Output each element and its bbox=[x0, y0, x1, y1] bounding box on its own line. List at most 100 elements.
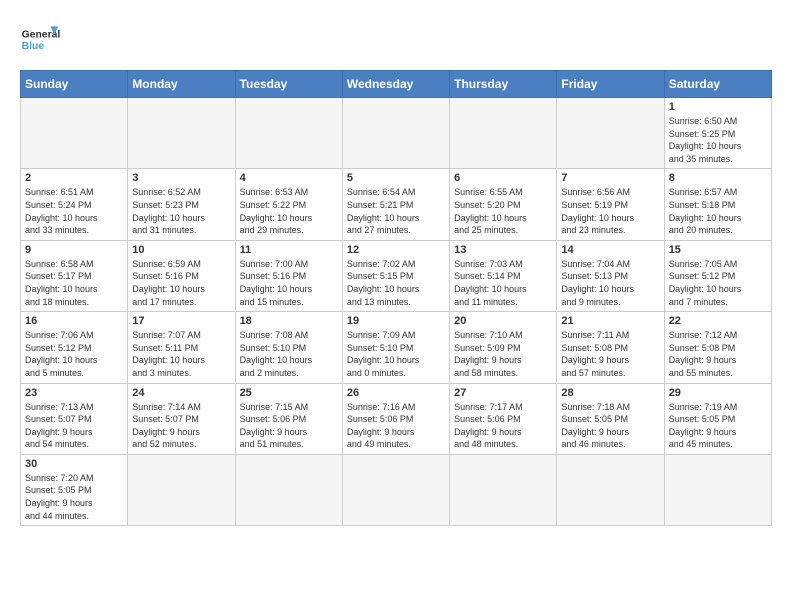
calendar-cell: 12 Sunrise: 7:02 AM Sunset: 5:15 PM Dayli… bbox=[342, 240, 449, 311]
day-number: 14 bbox=[561, 244, 659, 256]
calendar-cell: 3 Sunrise: 6:52 AM Sunset: 5:23 PM Daylig… bbox=[128, 169, 235, 240]
calendar-cell: 29 Sunrise: 7:19 AM Sunset: 5:05 PM Dayli… bbox=[664, 383, 771, 454]
day-number: 18 bbox=[240, 315, 338, 327]
calendar-cell bbox=[450, 454, 557, 525]
calendar-cell: 19Sunrise: 7:09 AM Sunset: 5:10 PM Dayli… bbox=[342, 312, 449, 383]
calendar-cell: 18 Sunrise: 7:08 AM Sunset: 5:10 PM Dayli… bbox=[235, 312, 342, 383]
day-number: 28 bbox=[561, 387, 659, 399]
day-number: 20 bbox=[454, 315, 552, 327]
day-info: Sunrise: 7:07 AM Sunset: 5:11 PM Dayligh… bbox=[132, 329, 230, 379]
day-info: Sunrise: 7:15 AM Sunset: 5:06 PM Dayligh… bbox=[240, 401, 338, 451]
calendar-cell: 14 Sunrise: 7:04 AM Sunset: 5:13 PM Dayli… bbox=[557, 240, 664, 311]
day-info: Sunrise: 6:50 AM Sunset: 5:25 PM Dayligh… bbox=[669, 115, 767, 165]
day-number: 7 bbox=[561, 172, 659, 184]
day-number: 29 bbox=[669, 387, 767, 399]
day-info: Sunrise: 7:17 AM Sunset: 5:06 PM Dayligh… bbox=[454, 401, 552, 451]
weekday-header-monday: Monday bbox=[128, 71, 235, 98]
svg-text:Blue: Blue bbox=[22, 41, 45, 52]
day-info: Sunrise: 6:56 AM Sunset: 5:19 PM Dayligh… bbox=[561, 186, 659, 236]
day-info: Sunrise: 6:52 AM Sunset: 5:23 PM Dayligh… bbox=[132, 186, 230, 236]
calendar-cell bbox=[235, 98, 342, 169]
calendar-row-1: 1 Sunrise: 6:50 AM Sunset: 5:25 PM Daylig… bbox=[21, 98, 772, 169]
day-number: 21 bbox=[561, 315, 659, 327]
day-number: 6 bbox=[454, 172, 552, 184]
weekday-header-friday: Friday bbox=[557, 71, 664, 98]
weekday-header-sunday: Sunday bbox=[21, 71, 128, 98]
day-number: 10 bbox=[132, 244, 230, 256]
calendar-row-5: 23 Sunrise: 7:13 AM Sunset: 5:07 PM Dayli… bbox=[21, 383, 772, 454]
weekday-header-wednesday: Wednesday bbox=[342, 71, 449, 98]
calendar-cell: 9 Sunrise: 6:58 AM Sunset: 5:17 PM Daylig… bbox=[21, 240, 128, 311]
calendar-cell bbox=[21, 98, 128, 169]
day-info: Sunrise: 7:09 AM Sunset: 5:10 PM Dayligh… bbox=[347, 329, 445, 379]
day-info: Sunrise: 7:20 AM Sunset: 5:05 PM Dayligh… bbox=[25, 472, 123, 522]
day-number: 27 bbox=[454, 387, 552, 399]
calendar-cell bbox=[342, 98, 449, 169]
calendar-cell: 6 Sunrise: 6:55 AM Sunset: 5:20 PM Daylig… bbox=[450, 169, 557, 240]
day-info: Sunrise: 6:51 AM Sunset: 5:24 PM Dayligh… bbox=[25, 186, 123, 236]
calendar-cell: 25 Sunrise: 7:15 AM Sunset: 5:06 PM Dayli… bbox=[235, 383, 342, 454]
day-number: 25 bbox=[240, 387, 338, 399]
weekday-header-thursday: Thursday bbox=[450, 71, 557, 98]
page-header: General Blue bbox=[20, 20, 772, 60]
day-number: 12 bbox=[347, 244, 445, 256]
day-number: 4 bbox=[240, 172, 338, 184]
day-info: Sunrise: 6:53 AM Sunset: 5:22 PM Dayligh… bbox=[240, 186, 338, 236]
day-info: Sunrise: 6:58 AM Sunset: 5:17 PM Dayligh… bbox=[25, 258, 123, 308]
calendar-cell: 23 Sunrise: 7:13 AM Sunset: 5:07 PM Dayli… bbox=[21, 383, 128, 454]
day-number: 1 bbox=[669, 101, 767, 113]
day-number: 23 bbox=[25, 387, 123, 399]
calendar-cell: 11Sunrise: 7:00 AM Sunset: 5:16 PM Dayli… bbox=[235, 240, 342, 311]
calendar-cell: 7 Sunrise: 6:56 AM Sunset: 5:19 PM Daylig… bbox=[557, 169, 664, 240]
calendar-row-4: 16 Sunrise: 7:06 AM Sunset: 5:12 PM Dayli… bbox=[21, 312, 772, 383]
calendar-cell: 16 Sunrise: 7:06 AM Sunset: 5:12 PM Dayli… bbox=[21, 312, 128, 383]
day-info: Sunrise: 7:18 AM Sunset: 5:05 PM Dayligh… bbox=[561, 401, 659, 451]
day-info: Sunrise: 7:02 AM Sunset: 5:15 PM Dayligh… bbox=[347, 258, 445, 308]
calendar-cell: 28 Sunrise: 7:18 AM Sunset: 5:05 PM Dayli… bbox=[557, 383, 664, 454]
calendar-cell bbox=[557, 454, 664, 525]
day-number: 15 bbox=[669, 244, 767, 256]
day-number: 16 bbox=[25, 315, 123, 327]
calendar-cell bbox=[557, 98, 664, 169]
weekday-header-saturday: Saturday bbox=[664, 71, 771, 98]
day-number: 26 bbox=[347, 387, 445, 399]
day-info: Sunrise: 7:05 AM Sunset: 5:12 PM Dayligh… bbox=[669, 258, 767, 308]
day-number: 17 bbox=[132, 315, 230, 327]
logo-icon: General Blue bbox=[20, 20, 60, 60]
calendar-row-6: 30Sunrise: 7:20 AM Sunset: 5:05 PM Dayli… bbox=[21, 454, 772, 525]
calendar-cell: 22Sunrise: 7:12 AM Sunset: 5:08 PM Dayli… bbox=[664, 312, 771, 383]
day-info: Sunrise: 7:08 AM Sunset: 5:10 PM Dayligh… bbox=[240, 329, 338, 379]
calendar-cell bbox=[128, 98, 235, 169]
day-info: Sunrise: 7:06 AM Sunset: 5:12 PM Dayligh… bbox=[25, 329, 123, 379]
calendar-cell: 27 Sunrise: 7:17 AM Sunset: 5:06 PM Dayli… bbox=[450, 383, 557, 454]
day-number: 8 bbox=[669, 172, 767, 184]
calendar-cell: 17 Sunrise: 7:07 AM Sunset: 5:11 PM Dayli… bbox=[128, 312, 235, 383]
calendar-cell bbox=[128, 454, 235, 525]
calendar-cell bbox=[664, 454, 771, 525]
day-info: Sunrise: 7:14 AM Sunset: 5:07 PM Dayligh… bbox=[132, 401, 230, 451]
day-info: Sunrise: 7:03 AM Sunset: 5:14 PM Dayligh… bbox=[454, 258, 552, 308]
calendar-row-3: 9 Sunrise: 6:58 AM Sunset: 5:17 PM Daylig… bbox=[21, 240, 772, 311]
day-info: Sunrise: 7:13 AM Sunset: 5:07 PM Dayligh… bbox=[25, 401, 123, 451]
calendar-cell: 5Sunrise: 6:54 AM Sunset: 5:21 PM Daylig… bbox=[342, 169, 449, 240]
day-info: Sunrise: 7:12 AM Sunset: 5:08 PM Dayligh… bbox=[669, 329, 767, 379]
calendar-cell: 20 Sunrise: 7:10 AM Sunset: 5:09 PM Dayli… bbox=[450, 312, 557, 383]
calendar-cell: 10Sunrise: 6:59 AM Sunset: 5:16 PM Dayli… bbox=[128, 240, 235, 311]
day-info: Sunrise: 7:16 AM Sunset: 5:06 PM Dayligh… bbox=[347, 401, 445, 451]
calendar-row-2: 2Sunrise: 6:51 AM Sunset: 5:24 PM Daylig… bbox=[21, 169, 772, 240]
day-info: Sunrise: 7:19 AM Sunset: 5:05 PM Dayligh… bbox=[669, 401, 767, 451]
calendar-cell: 13 Sunrise: 7:03 AM Sunset: 5:14 PM Dayli… bbox=[450, 240, 557, 311]
day-info: Sunrise: 6:55 AM Sunset: 5:20 PM Dayligh… bbox=[454, 186, 552, 236]
day-info: Sunrise: 7:10 AM Sunset: 5:09 PM Dayligh… bbox=[454, 329, 552, 379]
calendar-cell: 8Sunrise: 6:57 AM Sunset: 5:18 PM Daylig… bbox=[664, 169, 771, 240]
day-number: 9 bbox=[25, 244, 123, 256]
calendar-cell bbox=[342, 454, 449, 525]
calendar-cell: 2Sunrise: 6:51 AM Sunset: 5:24 PM Daylig… bbox=[21, 169, 128, 240]
calendar-cell: 21Sunrise: 7:11 AM Sunset: 5:08 PM Dayli… bbox=[557, 312, 664, 383]
weekday-header-row: SundayMondayTuesdayWednesdayThursdayFrid… bbox=[21, 71, 772, 98]
calendar-cell: 1 Sunrise: 6:50 AM Sunset: 5:25 PM Daylig… bbox=[664, 98, 771, 169]
calendar-cell bbox=[450, 98, 557, 169]
day-number: 3 bbox=[132, 172, 230, 184]
day-number: 13 bbox=[454, 244, 552, 256]
day-info: Sunrise: 7:04 AM Sunset: 5:13 PM Dayligh… bbox=[561, 258, 659, 308]
